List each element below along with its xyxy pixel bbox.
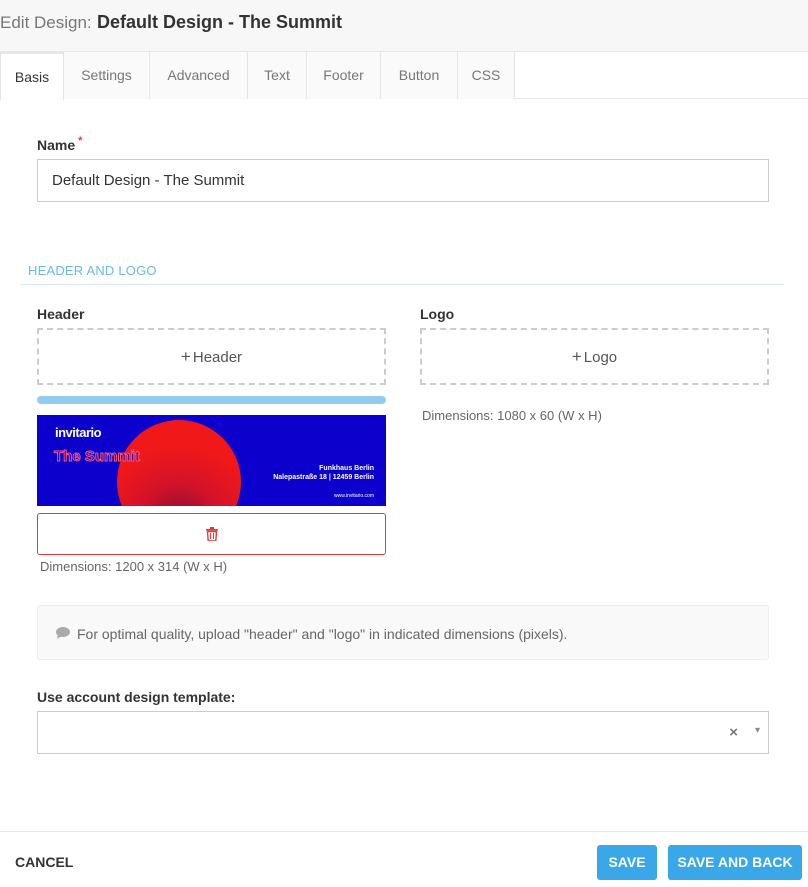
banner-venue-line2: Nalepastraße 18 | 12459 Berlin [273, 474, 374, 481]
tab-advanced[interactable]: Advanced [150, 52, 248, 99]
header-image-preview: invitario The Summit Funkhaus Berlin Nal… [37, 415, 386, 506]
save-and-back-button[interactable]: SAVE AND BACK [668, 845, 802, 880]
footer-bar: CANCEL SAVE SAVE AND BACK [0, 831, 808, 887]
name-input[interactable] [37, 159, 769, 202]
header-dimensions: Dimensions: 1200 x 314 (W x H) [40, 559, 228, 574]
info-box: For optimal quality, upload "header" and… [37, 605, 769, 660]
logo-upload-label: Logo [583, 349, 618, 366]
save-button[interactable]: SAVE [597, 845, 657, 880]
plus-icon: + [571, 347, 582, 366]
logo-label: Logo [420, 306, 455, 322]
header-upload-button[interactable]: + Header [37, 328, 386, 385]
comment-icon [56, 627, 70, 639]
tab-css[interactable]: CSS [458, 52, 515, 99]
header-upload-progress [37, 396, 386, 404]
delete-header-button[interactable] [37, 513, 386, 555]
plus-icon: + [180, 347, 191, 366]
logo-dimensions: Dimensions: 1080 x 60 (W x H) [422, 408, 602, 423]
section-title: HEADER AND LOGO [28, 263, 157, 278]
required-mark: * [78, 135, 83, 147]
clear-icon[interactable]: × [729, 724, 738, 741]
tab-basis[interactable]: Basis [0, 52, 64, 100]
chevron-down-icon[interactable]: ▾ [755, 725, 760, 736]
banner-brand: invitario [55, 425, 102, 440]
banner-event-title: The Summit [54, 448, 141, 466]
logo-upload-button[interactable]: + Logo [420, 328, 769, 385]
title-prefix: Edit Design: [0, 13, 92, 32]
tab-text[interactable]: Text [248, 52, 307, 99]
title-bar: Edit Design: Default Design - The Summit [0, 0, 808, 52]
tab-footer[interactable]: Footer [307, 52, 381, 99]
trash-icon [206, 527, 218, 541]
template-label: Use account design template: [37, 689, 236, 705]
banner-venue-line1: Funkhaus Berlin [319, 465, 374, 472]
name-label-text: Name [37, 137, 76, 153]
section-divider [20, 284, 784, 285]
header-upload-label: Header [192, 349, 243, 366]
info-text: For optimal quality, upload "header" and… [77, 626, 568, 642]
tab-button[interactable]: Button [381, 52, 458, 99]
tab-bar: Basis Settings Advanced Text Footer Butt… [0, 52, 808, 100]
tab-settings[interactable]: Settings [64, 52, 150, 99]
banner-venue: Funkhaus Berlin Nalepastraße 18 | 12459 … [273, 464, 374, 482]
page-title: Default Design - The Summit [97, 12, 343, 32]
header-label: Header [37, 306, 85, 322]
design-template-select[interactable]: × ▾ [37, 711, 769, 754]
name-label: Name * [37, 135, 83, 153]
cancel-button[interactable]: CANCEL [15, 854, 73, 870]
banner-url: www.invitario.com [333, 493, 374, 499]
